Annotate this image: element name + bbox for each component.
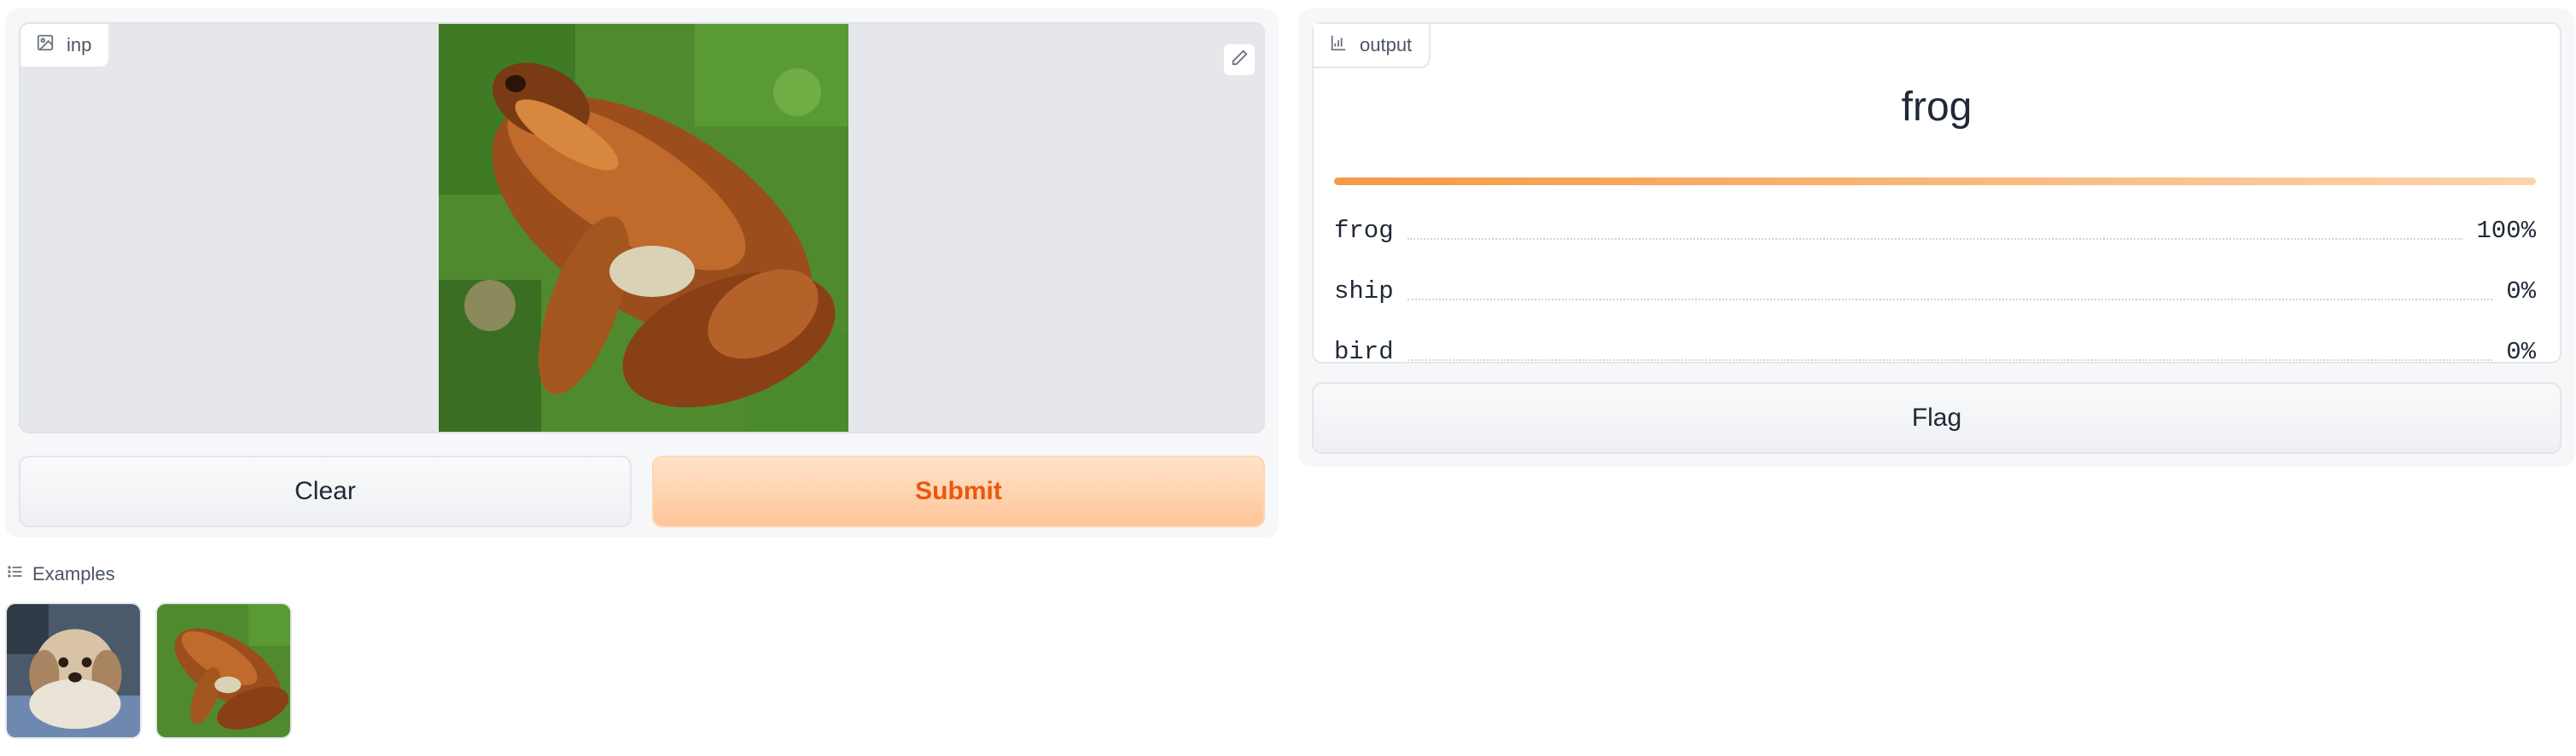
bar-chart-icon <box>1329 33 1348 57</box>
confidence-value: 0% <box>2506 276 2536 305</box>
image-input[interactable]: inp <box>19 22 1265 433</box>
confidence-value: 0% <box>2506 337 2536 366</box>
image-icon <box>36 33 55 57</box>
confidence-row: bird 0% <box>1334 334 2536 369</box>
confidence-row: frog 100% <box>1334 213 2536 247</box>
predicted-label: frog <box>1901 84 1973 130</box>
label-output: output frog frog 100% ship 0% bird 0% <box>1312 22 2561 366</box>
confidence-row: ship 0% <box>1334 274 2536 308</box>
dog-thumbnail <box>7 604 140 737</box>
example-dog[interactable] <box>5 602 142 739</box>
output-label: output <box>1360 34 1413 55</box>
examples-header: Examples <box>7 563 115 585</box>
confidence-bar <box>1334 177 2536 185</box>
submit-button[interactable]: Submit <box>652 456 1265 527</box>
input-image <box>439 24 848 432</box>
input-panel: inp Clear Submit <box>5 9 1279 538</box>
list-icon <box>7 563 24 585</box>
example-frog[interactable] <box>155 602 292 739</box>
flag-button[interactable]: Flag <box>1312 382 2561 454</box>
confidence-label: frog <box>1334 216 1394 245</box>
dotted-leader <box>1407 238 2463 240</box>
dotted-leader <box>1407 359 2493 361</box>
frog-thumbnail <box>157 604 290 737</box>
edit-image-button[interactable] <box>1222 43 1256 77</box>
output-panel: output frog frog 100% ship 0% bird 0% Fl… <box>1298 9 2575 467</box>
confidence-label: bird <box>1334 337 1394 366</box>
input-label-tag: inp <box>20 24 111 68</box>
examples-title: Examples <box>32 563 115 584</box>
confidence-label: ship <box>1334 276 1394 305</box>
pencil-icon <box>1230 49 1249 72</box>
output-label-tag: output <box>1314 24 1431 68</box>
dotted-leader <box>1407 299 2493 300</box>
confidence-value: 100% <box>2476 216 2536 245</box>
clear-image-button[interactable] <box>1262 43 1263 77</box>
input-label: inp <box>67 34 92 55</box>
clear-button[interactable]: Clear <box>19 456 632 527</box>
